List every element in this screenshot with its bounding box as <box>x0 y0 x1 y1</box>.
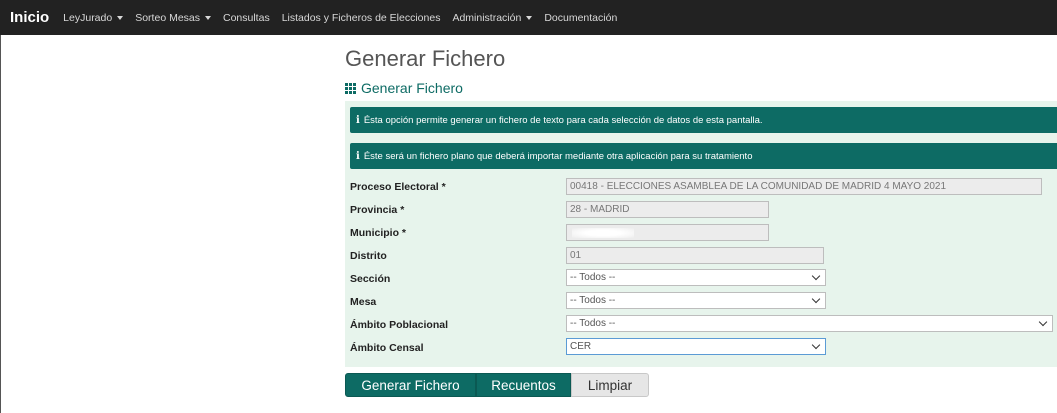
nav-item-label: Documentación <box>544 11 618 24</box>
nav-item-label: Consultas <box>223 11 270 24</box>
info-text: Ésta opción permite generar un fichero d… <box>363 114 763 126</box>
limpiar-button[interactable]: Limpiar <box>571 373 649 397</box>
provincia-field: 28 - MADRID <box>566 201 769 218</box>
label-ambito-poblacional: Ámbito Poblacional <box>350 319 449 331</box>
label-municipio: Municipio * <box>350 227 406 239</box>
top-navbar: Inicio LeyJurado Sorteo Mesas Consultas … <box>0 0 1057 35</box>
nav-item-label: Listados y Ficheros de Elecciones <box>281 11 441 24</box>
nav-item-label: Administración <box>452 11 522 24</box>
generar-fichero-button[interactable]: Generar Fichero <box>345 373 476 397</box>
nav-item-consultas[interactable]: Consultas <box>223 12 270 24</box>
label-provincia: Provincia * <box>350 204 405 216</box>
page-title: Generar Fichero <box>345 46 506 71</box>
label-ambito-censal: Ámbito Censal <box>350 342 424 354</box>
caret-down-icon <box>526 15 533 20</box>
label-distrito: Distrito <box>350 250 387 262</box>
mesa-select[interactable]: -- Todos -- <box>566 292 826 309</box>
info-message-1: i Ésta opción permite generar un fichero… <box>350 107 1057 133</box>
window-left-border <box>0 35 1 413</box>
info-text: Éste será un fichero plano que deberá im… <box>363 150 753 162</box>
grid-icon <box>345 82 356 94</box>
info-icon: i <box>356 114 360 126</box>
recuentos-button[interactable]: Recuentos <box>476 373 571 397</box>
select-value: -- Todos -- <box>570 318 616 329</box>
label-proceso-electoral: Proceso Electoral * <box>350 181 446 193</box>
select-value: -- Todos -- <box>570 295 616 306</box>
chevron-down-icon <box>811 294 821 303</box>
distrito-field: 01 <box>566 247 824 264</box>
proceso-electoral-field: 00418 - ELECCIONES ASAMBLEA DE LA COMUNI… <box>566 178 1042 195</box>
nav-brand-inicio[interactable]: Inicio <box>10 9 49 26</box>
nav-item-label: Sorteo Mesas <box>135 11 200 24</box>
nav-item-administracion[interactable]: Administración <box>452 11 533 24</box>
info-icon: i <box>356 150 360 162</box>
section-subtitle: Generar Fichero <box>345 80 463 96</box>
chevron-down-icon <box>1038 317 1048 326</box>
ambito-poblacional-select[interactable]: -- Todos -- <box>566 315 1053 332</box>
caret-down-icon <box>205 15 211 20</box>
ambito-censal-select[interactable]: CER <box>566 338 826 355</box>
subtitle-text: Generar Fichero <box>361 80 463 96</box>
field-value: 28 - MADRID <box>570 204 630 215</box>
caret-down-icon <box>117 15 124 20</box>
nav-item-sorteo-mesas[interactable]: Sorteo Mesas <box>135 12 211 24</box>
municipio-field <box>566 224 769 241</box>
nav-item-leyjurado[interactable]: LeyJurado <box>63 11 124 24</box>
info-message-2: i Éste será un fichero plano que deberá … <box>350 143 1057 169</box>
select-value: -- Todos -- <box>570 272 616 283</box>
label-seccion: Sección <box>350 273 391 285</box>
chevron-down-icon <box>811 340 821 349</box>
action-buttons: Generar Fichero Recuentos Limpiar <box>345 373 649 397</box>
nav-item-label: LeyJurado <box>63 11 113 24</box>
chevron-down-icon <box>811 271 821 280</box>
nav-item-listados-ficheros[interactable]: Listados y Ficheros de Elecciones <box>282 12 441 24</box>
nav-item-documentacion[interactable]: Documentación <box>544 12 617 24</box>
select-value: CER <box>570 341 592 352</box>
redacted-value <box>572 227 634 238</box>
field-value: 00418 - ELECCIONES ASAMBLEA DE LA COMUNI… <box>570 181 947 192</box>
seccion-select[interactable]: -- Todos -- <box>566 269 826 286</box>
field-value: 01 <box>570 250 582 261</box>
label-mesa: Mesa <box>350 296 377 308</box>
